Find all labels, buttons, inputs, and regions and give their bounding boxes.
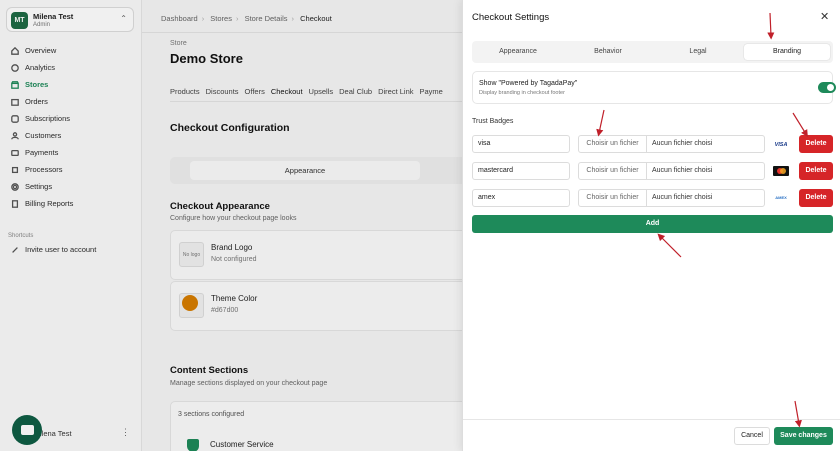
setting-title: Show "Powered by TagadaPay" <box>479 80 578 87</box>
file-name: Aucun fichier choisi <box>652 194 713 201</box>
close-icon[interactable]: ✕ <box>820 10 829 23</box>
powered-by-toggle[interactable] <box>818 82 836 93</box>
delete-button[interactable]: Delete <box>799 135 833 153</box>
choose-file-button[interactable]: Choisir un fichier <box>579 190 647 206</box>
badge-name-input[interactable]: visa <box>472 135 570 153</box>
badge-file-input[interactable]: Choisir un fichier Aucun fichier choisi <box>578 135 765 153</box>
tab-legal[interactable]: Legal <box>654 44 742 60</box>
delete-button[interactable]: Delete <box>799 189 833 207</box>
badge-name-input[interactable]: mastercard <box>472 162 570 180</box>
save-button[interactable]: Save changes <box>774 427 833 445</box>
checkout-settings-panel: Checkout Settings ✕ Appearance Behavior … <box>462 0 840 451</box>
trust-badges-heading: Trust Badges <box>472 118 514 125</box>
file-name: Aucun fichier choisi <box>652 167 713 174</box>
choose-file-button[interactable]: Choisir un fichier <box>579 163 647 179</box>
cancel-button[interactable]: Cancel <box>734 427 770 445</box>
mastercard-icon <box>773 166 789 176</box>
delete-button[interactable]: Delete <box>799 162 833 180</box>
amex-icon: AMEX <box>775 195 787 200</box>
tab-behavior[interactable]: Behavior <box>564 44 652 60</box>
file-name: Aucun fichier choisi <box>652 140 713 147</box>
tab-branding[interactable]: Branding <box>744 44 830 60</box>
badge-file-input[interactable]: Choisir un fichier Aucun fichier choisi <box>578 162 765 180</box>
toggle-knob <box>827 84 834 91</box>
app-root: MT Milena Test Admin ⌃ Overview Analytic… <box>0 0 840 451</box>
choose-file-button[interactable]: Choisir un fichier <box>579 136 647 152</box>
add-badge-button[interactable]: Add <box>472 215 833 233</box>
visa-icon: VISA <box>774 142 788 148</box>
modal-backdrop[interactable] <box>0 0 462 451</box>
panel-tabs: Appearance Behavior Legal Branding <box>472 41 833 63</box>
badge-file-input[interactable]: Choisir un fichier Aucun fichier choisi <box>578 189 765 207</box>
powered-by-setting: Show "Powered by TagadaPay" Display bran… <box>472 71 836 104</box>
badge-name-input[interactable]: amex <box>472 189 570 207</box>
divider <box>463 419 840 420</box>
panel-title: Checkout Settings <box>472 12 550 23</box>
setting-description: Display branding in checkout footer <box>479 90 565 96</box>
tab-appearance[interactable]: Appearance <box>474 44 562 60</box>
